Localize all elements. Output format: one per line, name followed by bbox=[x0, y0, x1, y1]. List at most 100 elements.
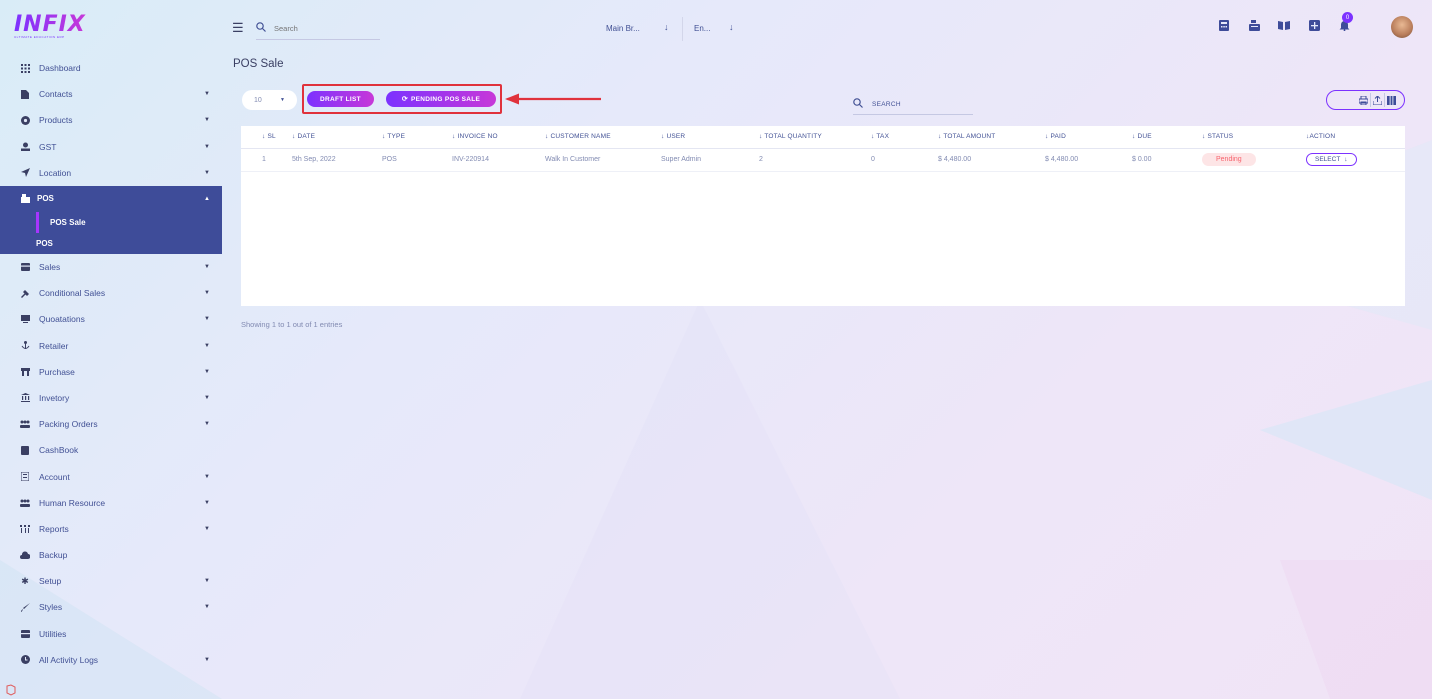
column-label: DUE bbox=[1137, 133, 1152, 141]
sidebar-item-backup[interactable]: Backup bbox=[0, 542, 222, 568]
menu-toggle-icon[interactable]: ☰ bbox=[232, 20, 244, 36]
caret-down-icon: ▼ bbox=[204, 91, 210, 98]
caret-up-icon: ▲ bbox=[204, 195, 210, 202]
column-header-due[interactable]: ↓ DUE bbox=[1132, 126, 1202, 149]
sidebar-item-invetory[interactable]: Invetory ▼ bbox=[0, 385, 222, 411]
sidebar-item-setup[interactable]: ✱ Setup ▼ bbox=[0, 568, 222, 594]
sidebar-item-quoatations[interactable]: Quoatations ▼ bbox=[0, 306, 222, 332]
caret-down-icon: ▼ bbox=[204, 578, 210, 585]
table-search[interactable]: SEARCH bbox=[853, 94, 973, 115]
select-action-button[interactable]: SELECT ↓ bbox=[1306, 153, 1357, 166]
column-header-status[interactable]: ↓ STATUS bbox=[1202, 126, 1306, 149]
sidebar-item-purchase[interactable]: Purchase ▼ bbox=[0, 359, 222, 385]
column-header-tax[interactable]: ↓ TAX bbox=[871, 126, 938, 149]
cell-invoice-no: INV-220914 bbox=[452, 148, 545, 172]
avatar[interactable] bbox=[1391, 16, 1413, 38]
clock-icon bbox=[20, 655, 30, 665]
column-header-customer-name[interactable]: ↓ CUSTOMER NAME bbox=[545, 126, 661, 149]
sidebar-item-label: Utilities bbox=[39, 628, 67, 639]
caret-down-icon: ▼ bbox=[204, 656, 210, 663]
sidebar-subitem-pos[interactable]: POS bbox=[0, 233, 222, 254]
sidebar-subitem-label: POS bbox=[36, 238, 53, 248]
sidebar-item-sales[interactable]: Sales ▼ bbox=[0, 254, 222, 280]
export-button-group bbox=[1326, 90, 1405, 110]
column-label: SL bbox=[267, 133, 276, 141]
column-header-action[interactable]: ↓ACTION bbox=[1306, 126, 1405, 149]
column-label: TOTAL QUANTITY bbox=[764, 133, 822, 141]
sidebar-subitem-pos-sale[interactable]: POS Sale bbox=[36, 211, 222, 233]
sidebar-item-pos[interactable]: POS ▲ bbox=[0, 185, 222, 212]
sidebar-item-contacts[interactable]: Contacts ▼ bbox=[0, 81, 222, 107]
search-input[interactable] bbox=[274, 24, 364, 33]
page-size-select[interactable]: 10 ▼ bbox=[242, 90, 297, 110]
sidebar-item-account[interactable]: Account ▼ bbox=[0, 463, 222, 489]
column-header-user[interactable]: ↓ USER bbox=[661, 126, 759, 149]
sidebar-item-dashboard[interactable]: Dashboard bbox=[0, 55, 222, 81]
sidebar-item-retailer[interactable]: Retailer ▼ bbox=[0, 333, 222, 359]
sidebar-item-packing-orders[interactable]: Packing Orders ▼ bbox=[0, 411, 222, 437]
sidebar-item-location[interactable]: Location ▼ bbox=[0, 160, 222, 186]
column-header-date[interactable]: ↓ DATE bbox=[292, 126, 382, 149]
sidebar-item-label: POS bbox=[37, 194, 54, 204]
draft-list-button[interactable]: DRAFT LIST bbox=[307, 91, 374, 107]
branch-select[interactable]: Main Br... bbox=[606, 24, 640, 33]
pending-pos-sale-button[interactable]: ⟳ PENDING POS SALE bbox=[386, 91, 496, 107]
language-select[interactable]: En... bbox=[694, 24, 710, 33]
search-icon bbox=[853, 97, 863, 111]
plus-square-icon[interactable] bbox=[1308, 19, 1320, 31]
table-search-label: SEARCH bbox=[872, 100, 901, 108]
column-header-sl[interactable]: ↓ SL bbox=[241, 126, 292, 149]
caret-down-icon: ▼ bbox=[204, 394, 210, 401]
column-label: ACTION bbox=[1309, 133, 1336, 141]
calculator-icon[interactable] bbox=[1218, 19, 1230, 31]
column-header-invoice-no[interactable]: ↓ INVOICE NO bbox=[452, 126, 545, 149]
columns-icon[interactable] bbox=[1384, 93, 1398, 107]
sidebar-item-label: Styles bbox=[39, 602, 63, 613]
cashbook-icon bbox=[20, 445, 30, 455]
sidebar-item-products[interactable]: Products ▼ bbox=[0, 107, 222, 133]
sidebar-item-label: Reports bbox=[39, 523, 69, 534]
export-icon[interactable] bbox=[1370, 93, 1384, 107]
book-icon[interactable] bbox=[1278, 19, 1290, 31]
header-icons: 0 bbox=[1218, 12, 1353, 31]
retailer-icon bbox=[20, 341, 30, 351]
print-icon[interactable] bbox=[1356, 93, 1370, 107]
header-search bbox=[256, 18, 380, 40]
sidebar-item-label: Conditional Sales bbox=[39, 288, 106, 299]
column-header-total-quantity[interactable]: ↓ TOTAL QUANTITY bbox=[759, 126, 871, 149]
arrow-down-icon[interactable]: ↓ bbox=[729, 22, 734, 32]
sidebar-item-human-resource[interactable]: Human Resource ▼ bbox=[0, 490, 222, 516]
pagination-info: Showing 1 to 1 out of 1 entries bbox=[241, 320, 343, 329]
sidebar-item-label: Quoatations bbox=[39, 314, 85, 325]
arrow-down-icon[interactable]: ↓ bbox=[664, 22, 669, 32]
sidebar-item-styles[interactable]: Styles ▼ bbox=[0, 594, 222, 620]
sidebar: INFIX ULTIMATE EDUCATION ERP Dashboard C… bbox=[0, 0, 222, 699]
column-header-paid[interactable]: ↓ PAID bbox=[1045, 126, 1132, 149]
sidebar-item-utilities[interactable]: Utilities bbox=[0, 621, 222, 647]
refresh-icon: ⟳ bbox=[401, 96, 409, 103]
sidebar-item-all-activity-logs[interactable]: All Activity Logs ▼ bbox=[0, 647, 222, 673]
cloud-icon bbox=[20, 550, 30, 560]
sidebar-item-gst[interactable]: GST ▼ bbox=[0, 134, 222, 160]
cell-total-quantity: 2 bbox=[759, 148, 871, 172]
sidebar-item-label: Human Resource bbox=[39, 497, 106, 508]
sidebar-item-reports[interactable]: Reports ▼ bbox=[0, 516, 222, 542]
gst-icon bbox=[20, 142, 30, 152]
sidebar-item-cashbook[interactable]: CashBook bbox=[0, 437, 222, 463]
cell-due: $ 0.00 bbox=[1132, 148, 1202, 172]
column-label: PAID bbox=[1050, 133, 1066, 141]
sidebar-item-conditional-sales[interactable]: Conditional Sales ▼ bbox=[0, 280, 222, 306]
caret-down-icon: ▼ bbox=[204, 368, 210, 375]
cell-date: 5th Sep, 2022 bbox=[292, 148, 382, 172]
caret-down-icon: ▼ bbox=[204, 473, 210, 480]
page-size-value: 10 bbox=[254, 96, 262, 104]
sidebar-subitem-label: POS Sale bbox=[50, 217, 86, 227]
pos-terminal-icon[interactable] bbox=[1248, 19, 1260, 31]
page-title: POS Sale bbox=[233, 58, 284, 70]
sidebar-item-label: GST bbox=[39, 141, 57, 152]
logo[interactable]: INFIX ULTIMATE EDUCATION ERP bbox=[14, 12, 94, 42]
bell-icon[interactable]: 0 bbox=[1338, 12, 1353, 31]
column-header-type[interactable]: ↓ TYPE bbox=[382, 126, 452, 149]
column-header-total-amount[interactable]: ↓ TOTAL AMOUNT bbox=[938, 126, 1045, 149]
sidebar-item-label: Location bbox=[39, 167, 72, 178]
